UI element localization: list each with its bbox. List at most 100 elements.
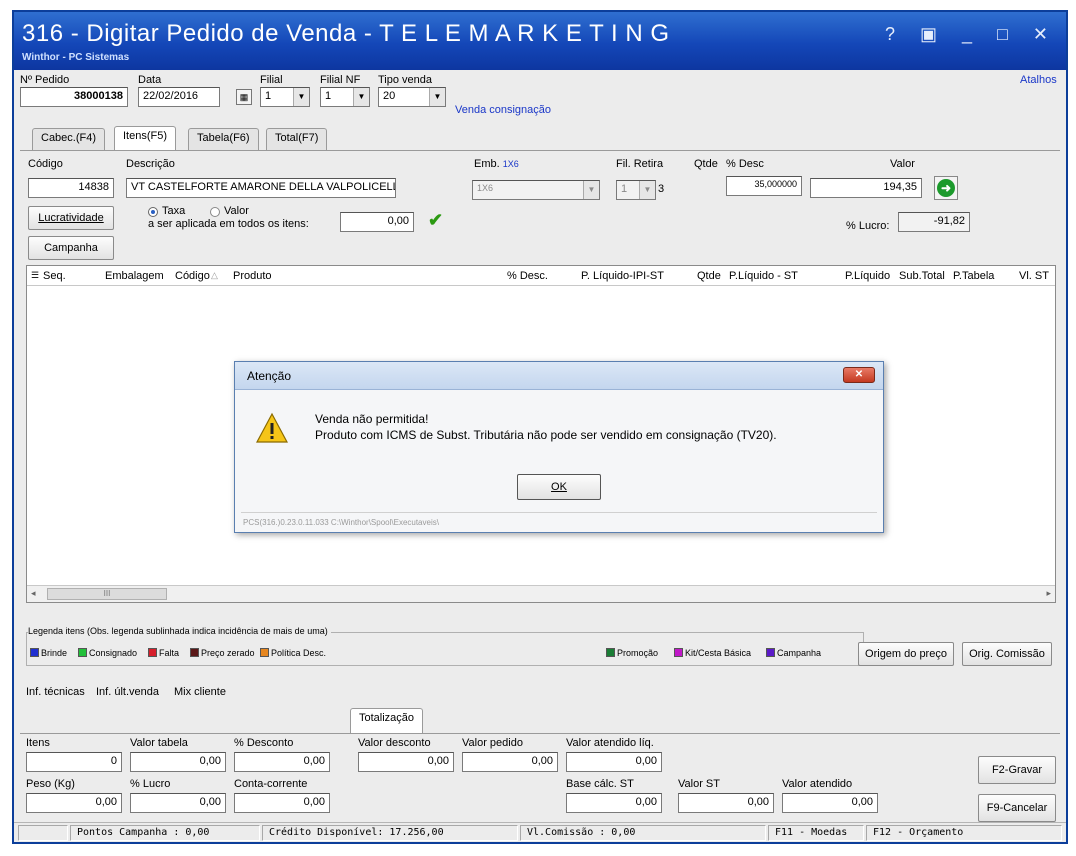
dialog-path: PCS(316.)0.23.0.11.033 C:\Winthor\Spool\… bbox=[243, 518, 439, 527]
legend-promocao: Promoção bbox=[606, 648, 658, 658]
col-pliquido-ipi-st[interactable]: P. Líquido-IPI-ST bbox=[581, 270, 664, 282]
status-credito: Crédito Disponível: 17.256,00 bbox=[262, 825, 518, 841]
col-desc[interactable]: % Desc. bbox=[507, 270, 548, 282]
pct-lucro-field: 0,00 bbox=[130, 793, 226, 813]
filial-nf-select[interactable]: 1 ▼ bbox=[320, 87, 370, 107]
cancelar-button[interactable]: F9-Cancelar bbox=[978, 794, 1056, 822]
valor-atendido-liq-field: 0,00 bbox=[566, 752, 662, 772]
valor-atendido-field: 0,00 bbox=[782, 793, 878, 813]
tab-totalizacao[interactable]: Totalização bbox=[350, 708, 424, 734]
legend-title: Legenda itens (Obs. legenda sublinhada i… bbox=[28, 626, 331, 636]
venda-consignacao-link[interactable]: Venda consignação bbox=[455, 104, 551, 116]
codigo-label: Código bbox=[28, 158, 63, 170]
valor-atendido-liq-label: Valor atendido líq. bbox=[566, 737, 654, 749]
taxa-radio[interactable] bbox=[148, 207, 158, 217]
confirm-button[interactable]: ➜ bbox=[934, 176, 958, 200]
check-icon[interactable]: ✔ bbox=[428, 210, 443, 231]
desc-label: % Desc bbox=[726, 158, 764, 170]
scroll-thumb[interactable]: III bbox=[47, 588, 167, 600]
window-subtitle: Winthor - PC Sistemas bbox=[22, 52, 130, 63]
emb-select[interactable]: 1X6 ▼ bbox=[472, 180, 600, 200]
ok-button[interactable]: OK bbox=[517, 474, 601, 500]
gravar-button[interactable]: F2-Gravar bbox=[978, 756, 1056, 784]
col-pliquido-st[interactable]: P.Líquido - ST bbox=[729, 270, 798, 282]
legend-swatch bbox=[260, 648, 269, 657]
legend-consignado: Consignado bbox=[78, 648, 137, 658]
chevron-down-icon[interactable]: ▼ bbox=[639, 181, 655, 199]
codigo-field[interactable]: 14838 bbox=[28, 178, 114, 198]
valor-field[interactable]: 194,35 bbox=[810, 178, 922, 198]
filial-select[interactable]: 1 ▼ bbox=[260, 87, 310, 107]
data-field[interactable]: 22/02/2016 bbox=[138, 87, 220, 107]
calendar-icon[interactable]: ▦ bbox=[236, 89, 252, 105]
tab-itens[interactable]: Itens(F5) bbox=[114, 126, 177, 150]
chevron-down-icon[interactable]: ▼ bbox=[429, 88, 445, 106]
legend-swatch bbox=[148, 648, 157, 657]
mix-cliente-link[interactable]: Mix cliente bbox=[174, 686, 226, 698]
col-codigo[interactable]: Código bbox=[175, 270, 210, 282]
col-seq[interactable]: Seq. bbox=[43, 270, 66, 282]
totalizacao-divider bbox=[20, 733, 1060, 734]
pedido-field[interactable]: 38000138 bbox=[20, 87, 128, 107]
tab-total[interactable]: Total(F7) bbox=[266, 128, 328, 150]
grid-menu-icon[interactable]: ☰ bbox=[31, 270, 39, 281]
tab-cabec[interactable]: Cabec.(F4) bbox=[32, 128, 106, 150]
pct-desconto-field: 0,00 bbox=[234, 752, 330, 772]
valor-st-label: Valor ST bbox=[678, 778, 720, 790]
emb-code: 1X6 bbox=[502, 159, 519, 169]
col-vl-st[interactable]: Vl. ST bbox=[1019, 270, 1049, 282]
col-subtotal[interactable]: Sub.Total bbox=[899, 270, 945, 282]
origem-preco-button[interactable]: Origem do preço bbox=[858, 642, 954, 666]
orig-comissao-button[interactable]: Orig. Comissão bbox=[962, 642, 1052, 666]
legend-label: Política Desc. bbox=[271, 648, 327, 658]
valor-st-field: 0,00 bbox=[678, 793, 774, 813]
status-comissao: Vl.Comissão : 0,00 bbox=[520, 825, 766, 841]
conta-corrente-field: 0,00 bbox=[234, 793, 330, 813]
lucratividade-button[interactable]: Lucratividade bbox=[28, 206, 114, 230]
legend-preco-zerado: Preço zerado bbox=[190, 648, 255, 658]
col-pliquido[interactable]: P.Líquido bbox=[845, 270, 890, 282]
chevron-down-icon[interactable]: ▼ bbox=[353, 88, 369, 106]
status-empty-cell bbox=[18, 825, 68, 841]
status-moedas[interactable]: F11 - Moedas bbox=[768, 825, 864, 841]
arrow-right-icon: ➜ bbox=[937, 179, 955, 197]
campanha-button[interactable]: Campanha bbox=[28, 236, 114, 260]
horizontal-scrollbar[interactable]: ◂ III ▸ bbox=[27, 585, 1055, 602]
descricao-field[interactable]: VT CASTELFORTE AMARONE DELLA VALPOLICELL bbox=[126, 178, 396, 198]
sort-asc-icon: △ bbox=[211, 270, 218, 280]
base-st-field: 0,00 bbox=[566, 793, 662, 813]
aplicada-field[interactable]: 0,00 bbox=[340, 212, 414, 232]
close-icon[interactable]: ✕ bbox=[843, 367, 875, 383]
col-produto[interactable]: Produto bbox=[233, 270, 272, 282]
status-orcamento[interactable]: F12 - Orçamento bbox=[866, 825, 1062, 841]
atalhos-link[interactable]: Atalhos bbox=[1020, 74, 1057, 86]
chevron-down-icon[interactable]: ▼ bbox=[583, 181, 599, 199]
tipo-venda-label: Tipo venda bbox=[378, 74, 433, 86]
valor-radio[interactable] bbox=[210, 207, 220, 217]
filial-nf-value: 1 bbox=[325, 90, 332, 102]
filial-nf-label: Filial NF bbox=[320, 74, 361, 86]
valor-radio-label: Valor bbox=[224, 205, 249, 217]
dialog-divider bbox=[241, 512, 877, 513]
conta-corrente-label: Conta-corrente bbox=[234, 778, 308, 790]
window-controls[interactable]: ? ▣ _ □ ✕ bbox=[885, 24, 1058, 45]
title-bar: 316 - Digitar Pedido de Venda - T E L E … bbox=[14, 12, 1066, 70]
filial-label: Filial bbox=[260, 74, 283, 86]
scroll-right-icon[interactable]: ▸ bbox=[1046, 588, 1051, 599]
col-qtde[interactable]: Qtde bbox=[697, 270, 721, 282]
inf-tecnicas-link[interactable]: Inf. técnicas bbox=[26, 686, 85, 698]
tipo-venda-select[interactable]: 20 ▼ bbox=[378, 87, 446, 107]
tab-tabela[interactable]: Tabela(F6) bbox=[188, 128, 259, 150]
col-embalagem[interactable]: Embalagem bbox=[105, 270, 164, 282]
peso-label: Peso (Kg) bbox=[26, 778, 75, 790]
col-ptabela[interactable]: P.Tabela bbox=[953, 270, 994, 282]
legend-brinde: Brinde bbox=[30, 648, 67, 658]
desc-field[interactable]: 35,000000 bbox=[726, 176, 802, 196]
lucratividade-label: Lucratividade bbox=[38, 212, 104, 224]
inf-ult-venda-link[interactable]: Inf. últ.venda bbox=[96, 686, 159, 698]
fil-retira-extra: 3 bbox=[658, 183, 665, 195]
scroll-left-icon[interactable]: ◂ bbox=[31, 588, 36, 599]
chevron-down-icon[interactable]: ▼ bbox=[293, 88, 309, 106]
fil-retira-select[interactable]: 1 ▼ bbox=[616, 180, 656, 200]
legend-label: Brinde bbox=[41, 648, 68, 658]
